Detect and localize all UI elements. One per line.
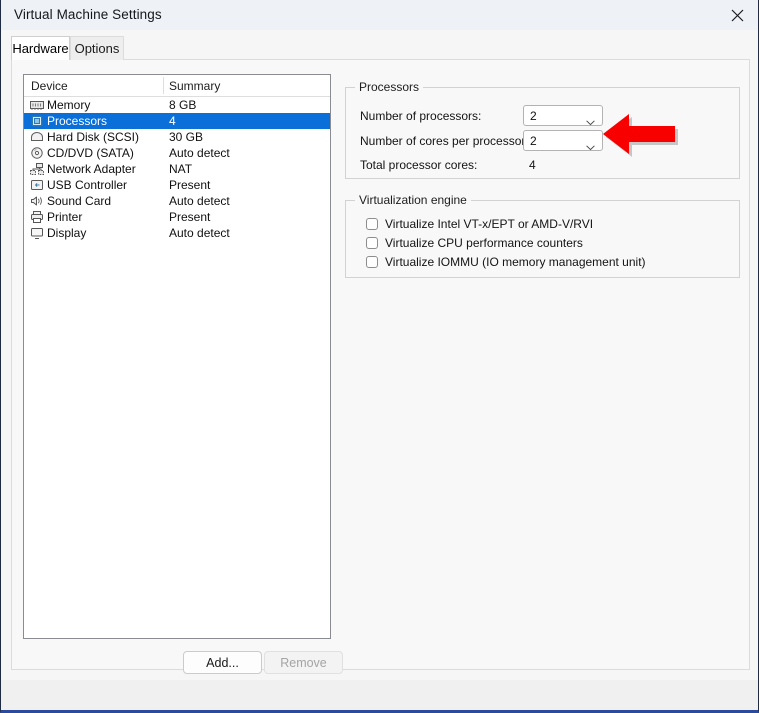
tab-hardware-label: Hardware [12, 41, 69, 56]
number-of-processors-value: 2 [530, 109, 537, 123]
title-bar: Virtual Machine Settings [1, 0, 758, 31]
device-row-printer[interactable]: Printer Present [24, 209, 330, 225]
device-summary: Present [169, 178, 211, 192]
virtualization-engine-group: Virtualization engine Virtualize Intel V… [345, 193, 740, 278]
virtualization-group-legend: Virtualization engine [355, 193, 471, 207]
remove-button[interactable]: Remove [264, 651, 343, 674]
remove-button-label: Remove [280, 655, 327, 670]
device-name: Memory [47, 98, 91, 112]
device-summary: 8 GB [169, 98, 197, 112]
device-row-usb-controller[interactable]: USB Controller Present [24, 177, 330, 193]
cores-per-processor-value: 2 [530, 134, 537, 148]
device-row-display[interactable]: Display Auto detect [24, 225, 330, 241]
close-icon[interactable] [714, 0, 758, 30]
number-of-processors-label: Number of processors: [360, 109, 482, 123]
device-list[interactable]: Device Summary Memory 8 GB Processors 4 … [23, 74, 331, 639]
device-name: Processors [47, 114, 108, 128]
total-processor-cores-label: Total processor cores: [360, 158, 478, 172]
checkbox-label: Virtualize CPU performance counters [385, 236, 583, 250]
checkbox-virtualize-vt-x[interactable] [366, 218, 378, 230]
device-name: CD/DVD (SATA) [47, 146, 134, 160]
device-name: Hard Disk (SCSI) [47, 130, 140, 144]
chevron-down-icon [586, 138, 595, 156]
window-title: Virtual Machine Settings [14, 7, 162, 22]
memory-icon [29, 98, 45, 112]
column-divider [163, 77, 164, 94]
processor-icon [29, 114, 45, 128]
device-list-header: Device Summary [24, 75, 330, 97]
device-name: Display [47, 226, 87, 240]
display-icon [29, 226, 45, 240]
device-row-network-adapter[interactable]: Network Adapter NAT [24, 161, 330, 177]
device-name: Sound Card [47, 194, 112, 208]
hardware-panel: Device Summary Memory 8 GB Processors 4 … [11, 59, 750, 674]
device-name: USB Controller [47, 178, 128, 192]
device-summary: Auto detect [169, 146, 230, 160]
column-header-summary[interactable]: Summary [169, 79, 220, 93]
device-row-memory[interactable]: Memory 8 GB [24, 97, 330, 113]
column-header-device[interactable]: Device [31, 79, 68, 93]
checkbox-label: Virtualize IOMMU (IO memory management u… [385, 255, 646, 269]
client-area: Hardware Options Device Summary Memory 8… [1, 30, 758, 710]
virtual-machine-settings-window: Virtual Machine Settings Hardware Option… [0, 0, 759, 713]
sound-card-icon [29, 194, 45, 208]
device-summary: NAT [169, 162, 193, 176]
checkbox-virtualize-iommu[interactable] [366, 256, 378, 268]
processors-group-legend: Processors [355, 80, 424, 94]
device-summary: Present [169, 210, 211, 224]
usb-controller-icon [29, 178, 45, 192]
device-row-sound-card[interactable]: Sound Card Auto detect [24, 193, 330, 209]
device-name: Network Adapter [47, 162, 136, 176]
hard-disk-icon [29, 130, 45, 144]
device-summary: Auto detect [169, 226, 230, 240]
cores-per-processor-select[interactable]: 2 [523, 130, 603, 151]
tab-hardware[interactable]: Hardware [11, 36, 70, 60]
checkbox-label: Virtualize Intel VT-x/EPT or AMD-V/RVI [385, 217, 594, 231]
device-name: Printer [47, 210, 83, 224]
device-row-hard-disk[interactable]: Hard Disk (SCSI) 30 GB [24, 129, 330, 145]
processors-group: Processors Number of processors: 2 Numbe… [345, 80, 740, 179]
device-row-processors[interactable]: Processors 4 [24, 113, 330, 129]
device-summary: 30 GB [169, 130, 204, 144]
chevron-down-icon [586, 113, 595, 131]
total-processor-cores-value: 4 [529, 158, 536, 172]
tab-options[interactable]: Options [70, 36, 124, 60]
add-button-label: Add... [206, 655, 239, 670]
printer-icon [29, 210, 45, 224]
network-adapter-icon [29, 162, 45, 176]
cd-dvd-icon [29, 146, 45, 160]
add-button[interactable]: Add... [183, 651, 262, 674]
dialog-footer: OK Cancel Help [1, 680, 758, 710]
cores-per-processor-label: Number of cores per processor: [360, 134, 529, 148]
checkbox-virtualize-cpu-counters[interactable] [366, 237, 378, 249]
device-summary: Auto detect [169, 194, 230, 208]
device-summary: 4 [169, 114, 176, 128]
tab-options-label: Options [74, 41, 120, 56]
tab-strip: Hardware Options [11, 36, 750, 60]
device-row-cd-dvd[interactable]: CD/DVD (SATA) Auto detect [24, 145, 330, 161]
number-of-processors-select[interactable]: 2 [523, 105, 603, 126]
